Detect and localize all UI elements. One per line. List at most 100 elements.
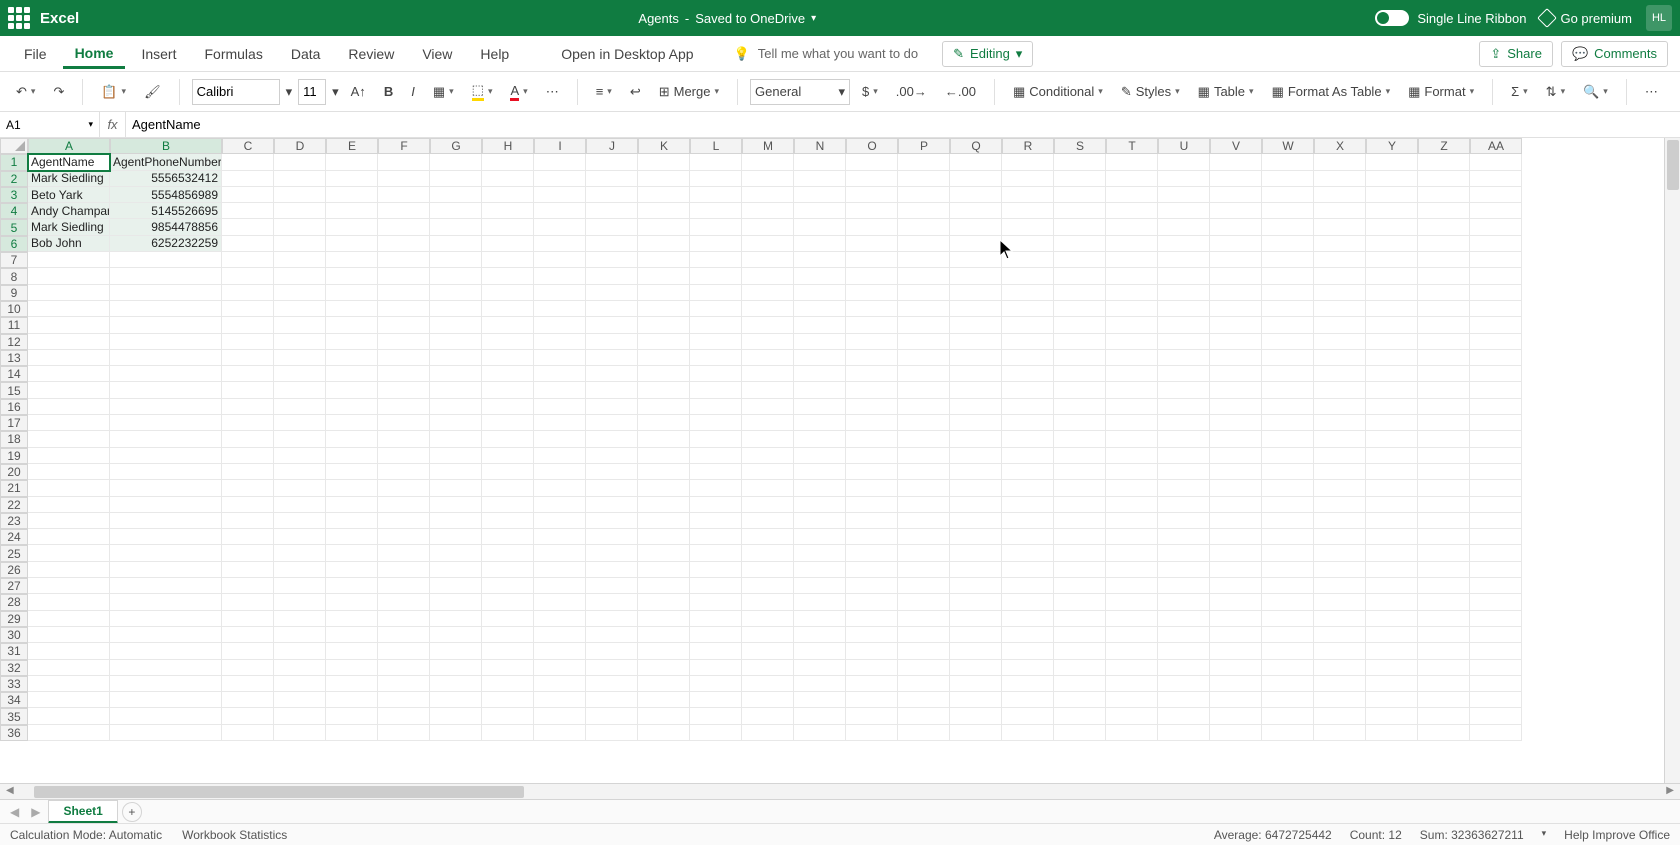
decrease-decimal-button[interactable]: ←.00	[939, 81, 982, 102]
cell[interactable]	[898, 334, 950, 350]
cell[interactable]	[378, 725, 430, 741]
cell[interactable]	[898, 252, 950, 268]
cell[interactable]	[1210, 203, 1262, 219]
cell[interactable]	[950, 692, 1002, 708]
cell[interactable]	[638, 171, 690, 187]
cell[interactable]	[1366, 529, 1418, 545]
cell[interactable]	[534, 219, 586, 235]
cell[interactable]	[950, 415, 1002, 431]
cell[interactable]	[378, 545, 430, 561]
cell[interactable]	[1314, 285, 1366, 301]
cell[interactable]	[326, 366, 378, 382]
cell[interactable]	[274, 513, 326, 529]
cell[interactable]	[1470, 627, 1522, 643]
cell[interactable]	[378, 692, 430, 708]
cell[interactable]	[110, 529, 222, 545]
cell[interactable]	[28, 285, 110, 301]
cell[interactable]	[1470, 725, 1522, 741]
row-header[interactable]: 12	[0, 334, 28, 350]
cell[interactable]	[1418, 448, 1470, 464]
cell[interactable]	[1470, 431, 1522, 447]
cell[interactable]	[1158, 578, 1210, 594]
cell[interactable]	[742, 399, 794, 415]
cell[interactable]	[1418, 529, 1470, 545]
column-header[interactable]: S	[1054, 138, 1106, 154]
cell[interactable]	[950, 285, 1002, 301]
cell[interactable]	[1470, 529, 1522, 545]
cell[interactable]	[1210, 268, 1262, 284]
cell[interactable]	[1314, 334, 1366, 350]
cell[interactable]	[846, 708, 898, 724]
accounting-format-button[interactable]: $▾	[856, 81, 884, 102]
cell[interactable]	[534, 236, 586, 252]
cell[interactable]	[1002, 415, 1054, 431]
cell[interactable]	[898, 611, 950, 627]
cell[interactable]	[1262, 627, 1314, 643]
cell[interactable]	[1158, 236, 1210, 252]
cell[interactable]	[794, 611, 846, 627]
cell[interactable]: Mark Siedling	[28, 171, 110, 187]
cell[interactable]	[638, 562, 690, 578]
cell[interactable]	[1262, 236, 1314, 252]
cell[interactable]	[1418, 627, 1470, 643]
cell[interactable]	[110, 268, 222, 284]
cell[interactable]	[950, 643, 1002, 659]
cell[interactable]	[1106, 236, 1158, 252]
cell[interactable]	[326, 627, 378, 643]
cell[interactable]	[846, 317, 898, 333]
row-header[interactable]: 25	[0, 545, 28, 561]
cell[interactable]	[1418, 203, 1470, 219]
increase-font-button[interactable]: A↑	[345, 81, 372, 102]
cell[interactable]	[274, 187, 326, 203]
cell[interactable]	[534, 334, 586, 350]
cell[interactable]	[950, 513, 1002, 529]
cell[interactable]	[1262, 334, 1314, 350]
cell[interactable]	[28, 497, 110, 513]
cell[interactable]	[534, 203, 586, 219]
cell[interactable]	[1470, 513, 1522, 529]
cell[interactable]	[28, 562, 110, 578]
cell[interactable]	[846, 529, 898, 545]
cell[interactable]	[274, 268, 326, 284]
cell[interactable]	[742, 643, 794, 659]
cell[interactable]	[898, 154, 950, 170]
row-header[interactable]: 9	[0, 285, 28, 301]
cell[interactable]	[326, 236, 378, 252]
row-header[interactable]: 17	[0, 415, 28, 431]
cell[interactable]: 5556532412	[110, 171, 222, 187]
cell[interactable]	[378, 415, 430, 431]
cell[interactable]	[274, 171, 326, 187]
merge-button[interactable]: ⊞Merge▾	[653, 81, 725, 103]
cell[interactable]	[846, 660, 898, 676]
cell[interactable]	[950, 480, 1002, 496]
cell[interactable]	[1106, 676, 1158, 692]
cell[interactable]	[378, 334, 430, 350]
cell[interactable]	[950, 448, 1002, 464]
cell[interactable]	[794, 448, 846, 464]
column-header[interactable]: M	[742, 138, 794, 154]
cell[interactable]	[638, 692, 690, 708]
cell[interactable]	[690, 366, 742, 382]
cell[interactable]	[1366, 545, 1418, 561]
cell[interactable]	[534, 578, 586, 594]
cell[interactable]	[222, 366, 274, 382]
cell[interactable]	[898, 268, 950, 284]
cell[interactable]	[1314, 171, 1366, 187]
cell[interactable]	[1106, 448, 1158, 464]
row-header[interactable]: 35	[0, 708, 28, 724]
cell[interactable]	[1314, 187, 1366, 203]
cell[interactable]	[482, 203, 534, 219]
cell[interactable]	[1262, 480, 1314, 496]
cell[interactable]	[274, 154, 326, 170]
cell[interactable]	[110, 692, 222, 708]
cell[interactable]	[482, 366, 534, 382]
cell[interactable]	[794, 676, 846, 692]
cell[interactable]	[378, 708, 430, 724]
cell[interactable]	[222, 497, 274, 513]
row-header[interactable]: 34	[0, 692, 28, 708]
cell[interactable]	[586, 431, 638, 447]
cell[interactable]	[1054, 399, 1106, 415]
cell[interactable]	[1418, 643, 1470, 659]
cell[interactable]	[1314, 643, 1366, 659]
cell[interactable]	[1054, 268, 1106, 284]
